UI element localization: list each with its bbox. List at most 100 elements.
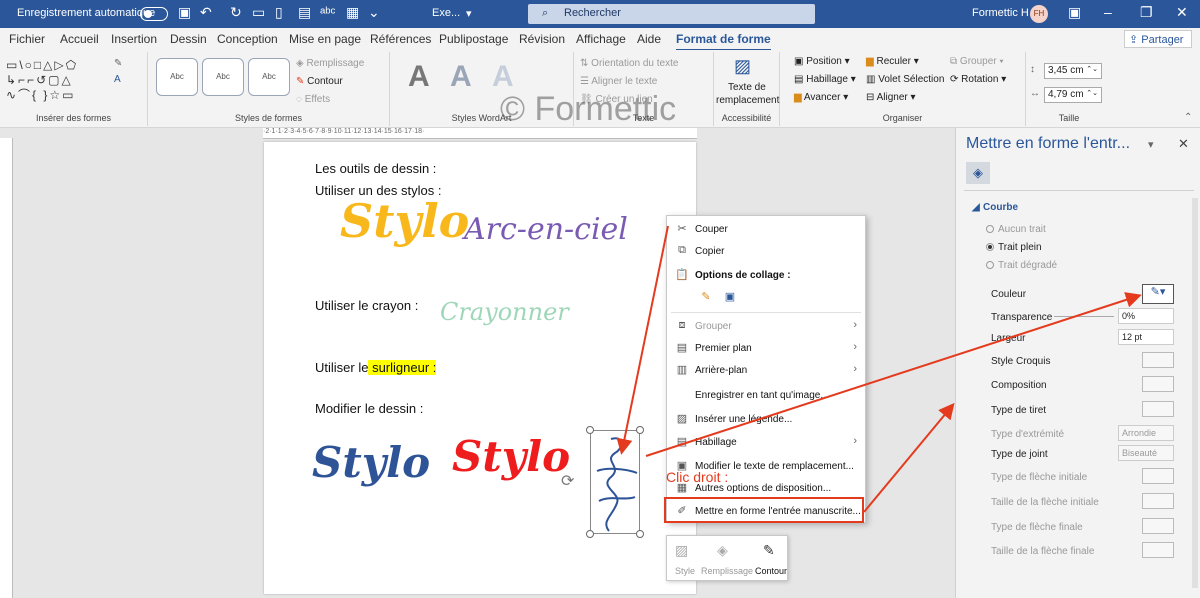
tab-dessin[interactable]: Dessin: [170, 32, 207, 46]
ink-blue[interactable]: Stylo: [312, 438, 430, 487]
alt-text-icon[interactable]: ▨: [734, 56, 751, 77]
menu-item-send-back[interactable]: ▥ Arrière-plan ›: [667, 360, 865, 380]
tab-format-de-forme[interactable]: Format de forme: [676, 32, 771, 51]
menu-item-save-image[interactable]: Enregistrer en tant qu'image...: [667, 385, 865, 405]
selected-ink-shape[interactable]: ⟳: [561, 426, 644, 538]
height-input[interactable]: 3,45 cm ⌃⌄: [1044, 63, 1102, 79]
ink-red[interactable]: Stylo: [452, 432, 570, 481]
mini-outline-label[interactable]: Contour: [755, 566, 787, 576]
fill-icon[interactable]: ◈: [717, 542, 728, 559]
group-button[interactable]: ⧉ Grouper ▾: [950, 56, 1004, 67]
radio-gradient-line[interactable]: [986, 261, 994, 269]
shape-gallery[interactable]: ▭\○□△▷⬠ ↳⌐⌐↺▢△ ∿⌒{ }☆▭: [6, 58, 108, 104]
resize-handle[interactable]: [636, 426, 644, 434]
close-icon[interactable]: ✕: [1176, 4, 1188, 21]
selection-pane-button[interactable]: ▥ Volet Sélection: [866, 74, 944, 85]
tab-references[interactable]: Références: [370, 32, 431, 46]
tab-conception[interactable]: Conception: [217, 32, 278, 46]
section-expand-icon[interactable]: ◢: [972, 202, 980, 213]
tab-publipostage[interactable]: Publipostage: [439, 32, 508, 46]
avatar[interactable]: FH: [1030, 5, 1048, 23]
ink-rainbow[interactable]: Arc-en-ciel: [464, 212, 628, 247]
begin-size-select[interactable]: [1142, 493, 1174, 509]
print-icon[interactable]: ▤: [298, 4, 311, 21]
resize-handle[interactable]: [636, 530, 644, 538]
style-icon[interactable]: ▨: [675, 542, 688, 559]
alt-text-line2[interactable]: remplacement: [716, 95, 779, 106]
menu-item-bring-front[interactable]: ▤ Premier plan ›: [667, 338, 865, 358]
pane-scrollbar[interactable]: [1192, 198, 1198, 588]
outline-button[interactable]: ✎ Contour: [296, 76, 343, 87]
tab-fichier[interactable]: Fichier: [9, 32, 45, 46]
spelling-icon[interactable]: ᵃᵇᶜ: [320, 4, 335, 20]
menu-item-group[interactable]: ⧈ Grouper ›: [667, 316, 865, 336]
align-text-button[interactable]: ☰ Aligner le texte: [580, 76, 657, 87]
autosave-toggle[interactable]: [140, 7, 168, 21]
mini-style-label[interactable]: Style: [675, 566, 695, 576]
alt-text-line1[interactable]: Texte de: [728, 82, 766, 93]
rotate-handle-icon[interactable]: ⟳: [561, 471, 574, 491]
wordart-style-1[interactable]: A: [408, 60, 430, 94]
tab-aide[interactable]: Aide: [637, 32, 661, 46]
text-box-icon[interactable]: A: [114, 74, 121, 85]
document-page[interactable]: Les outils de dessin : Utiliser un des s…: [264, 142, 696, 594]
paste-picture-icon[interactable]: ▣: [723, 290, 737, 304]
ribbon-display-icon[interactable]: ▣: [1068, 4, 1081, 21]
new-document-icon[interactable]: ▯: [275, 4, 283, 21]
rotate-button[interactable]: ⟳ Rotation ▾: [950, 74, 1006, 85]
tab-insertion[interactable]: Insertion: [111, 32, 157, 46]
paste-keep-format-icon[interactable]: ✎: [699, 290, 713, 304]
radio-no-line[interactable]: [986, 225, 994, 233]
resize-handle[interactable]: [586, 530, 594, 538]
fill-line-tab-icon[interactable]: ◈: [966, 162, 990, 184]
backward-button[interactable]: ▆ Reculer ▾: [866, 56, 919, 67]
tab-revision[interactable]: Révision: [519, 32, 565, 46]
end-size-select[interactable]: [1142, 542, 1174, 558]
tab-mise-en-page[interactable]: Mise en page: [289, 32, 361, 46]
align-button[interactable]: ⊟ Aligner ▾: [866, 92, 916, 103]
ink-pencil[interactable]: Crayonner: [440, 298, 569, 326]
restore-icon[interactable]: ❐: [1140, 4, 1153, 21]
redo-icon[interactable]: ↻: [230, 4, 242, 21]
open-folder-icon[interactable]: ▭: [252, 4, 265, 21]
pane-close-icon[interactable]: ✕: [1178, 136, 1189, 152]
mini-fill-label[interactable]: Remplissage: [701, 566, 753, 576]
radio-solid-line[interactable]: [986, 243, 994, 251]
dash-select[interactable]: [1142, 401, 1174, 417]
resize-handle[interactable]: [586, 426, 594, 434]
pane-options-chevron-icon[interactable]: ▾: [1148, 138, 1154, 151]
height-spinner-icon[interactable]: ⌃⌄: [1086, 65, 1098, 73]
outline-icon[interactable]: ✎: [763, 542, 775, 559]
collapse-ribbon-icon[interactable]: ⌃: [1184, 112, 1192, 123]
wordart-style-3[interactable]: A: [492, 60, 514, 94]
shape-style-2[interactable]: Abc: [202, 58, 244, 96]
end-arrow-select[interactable]: [1142, 518, 1174, 534]
doc-menu-chevron-icon[interactable]: ▾: [466, 7, 472, 20]
search-box[interactable]: ⌕ Rechercher: [528, 4, 815, 24]
forward-button[interactable]: ▆ Avancer ▾: [794, 92, 848, 103]
wrap-button[interactable]: ▤ Habillage ▾: [794, 74, 856, 85]
transparency-slider[interactable]: [1054, 316, 1114, 317]
color-picker-button[interactable]: ✎▾: [1142, 284, 1174, 304]
share-button[interactable]: ⇪ Partager: [1124, 30, 1192, 48]
compound-select[interactable]: [1142, 376, 1174, 392]
shape-style-3[interactable]: Abc: [248, 58, 290, 96]
wordart-style-2[interactable]: A: [450, 60, 472, 94]
vertical-ruler[interactable]: [0, 138, 13, 598]
join-select[interactable]: Biseauté: [1118, 445, 1174, 461]
effects-button[interactable]: ◌ Effets: [296, 94, 330, 105]
edit-shape-icon[interactable]: ✎: [114, 58, 122, 69]
position-button[interactable]: ▣ Position ▾: [794, 56, 850, 67]
width-input[interactable]: 12 pt: [1118, 329, 1174, 345]
begin-arrow-select[interactable]: [1142, 468, 1174, 484]
tab-affichage[interactable]: Affichage: [576, 32, 626, 46]
menu-item-cut[interactable]: ✂ Couper: [667, 219, 865, 239]
format-icon[interactable]: ▦: [346, 4, 359, 21]
ink-pen-yellow[interactable]: Stylo: [340, 194, 469, 248]
menu-item-copy[interactable]: ⧉ Copier: [667, 241, 865, 261]
width-spinner-icon[interactable]: ⌃⌄: [1086, 89, 1098, 97]
user-name[interactable]: Formettic H: [972, 7, 1029, 19]
text-direction-button[interactable]: ⇅ Orientation du texte: [580, 58, 678, 69]
fill-button[interactable]: ◈ Remplissage: [296, 58, 364, 69]
menu-item-wrap[interactable]: ▤ Habillage ›: [667, 432, 865, 452]
